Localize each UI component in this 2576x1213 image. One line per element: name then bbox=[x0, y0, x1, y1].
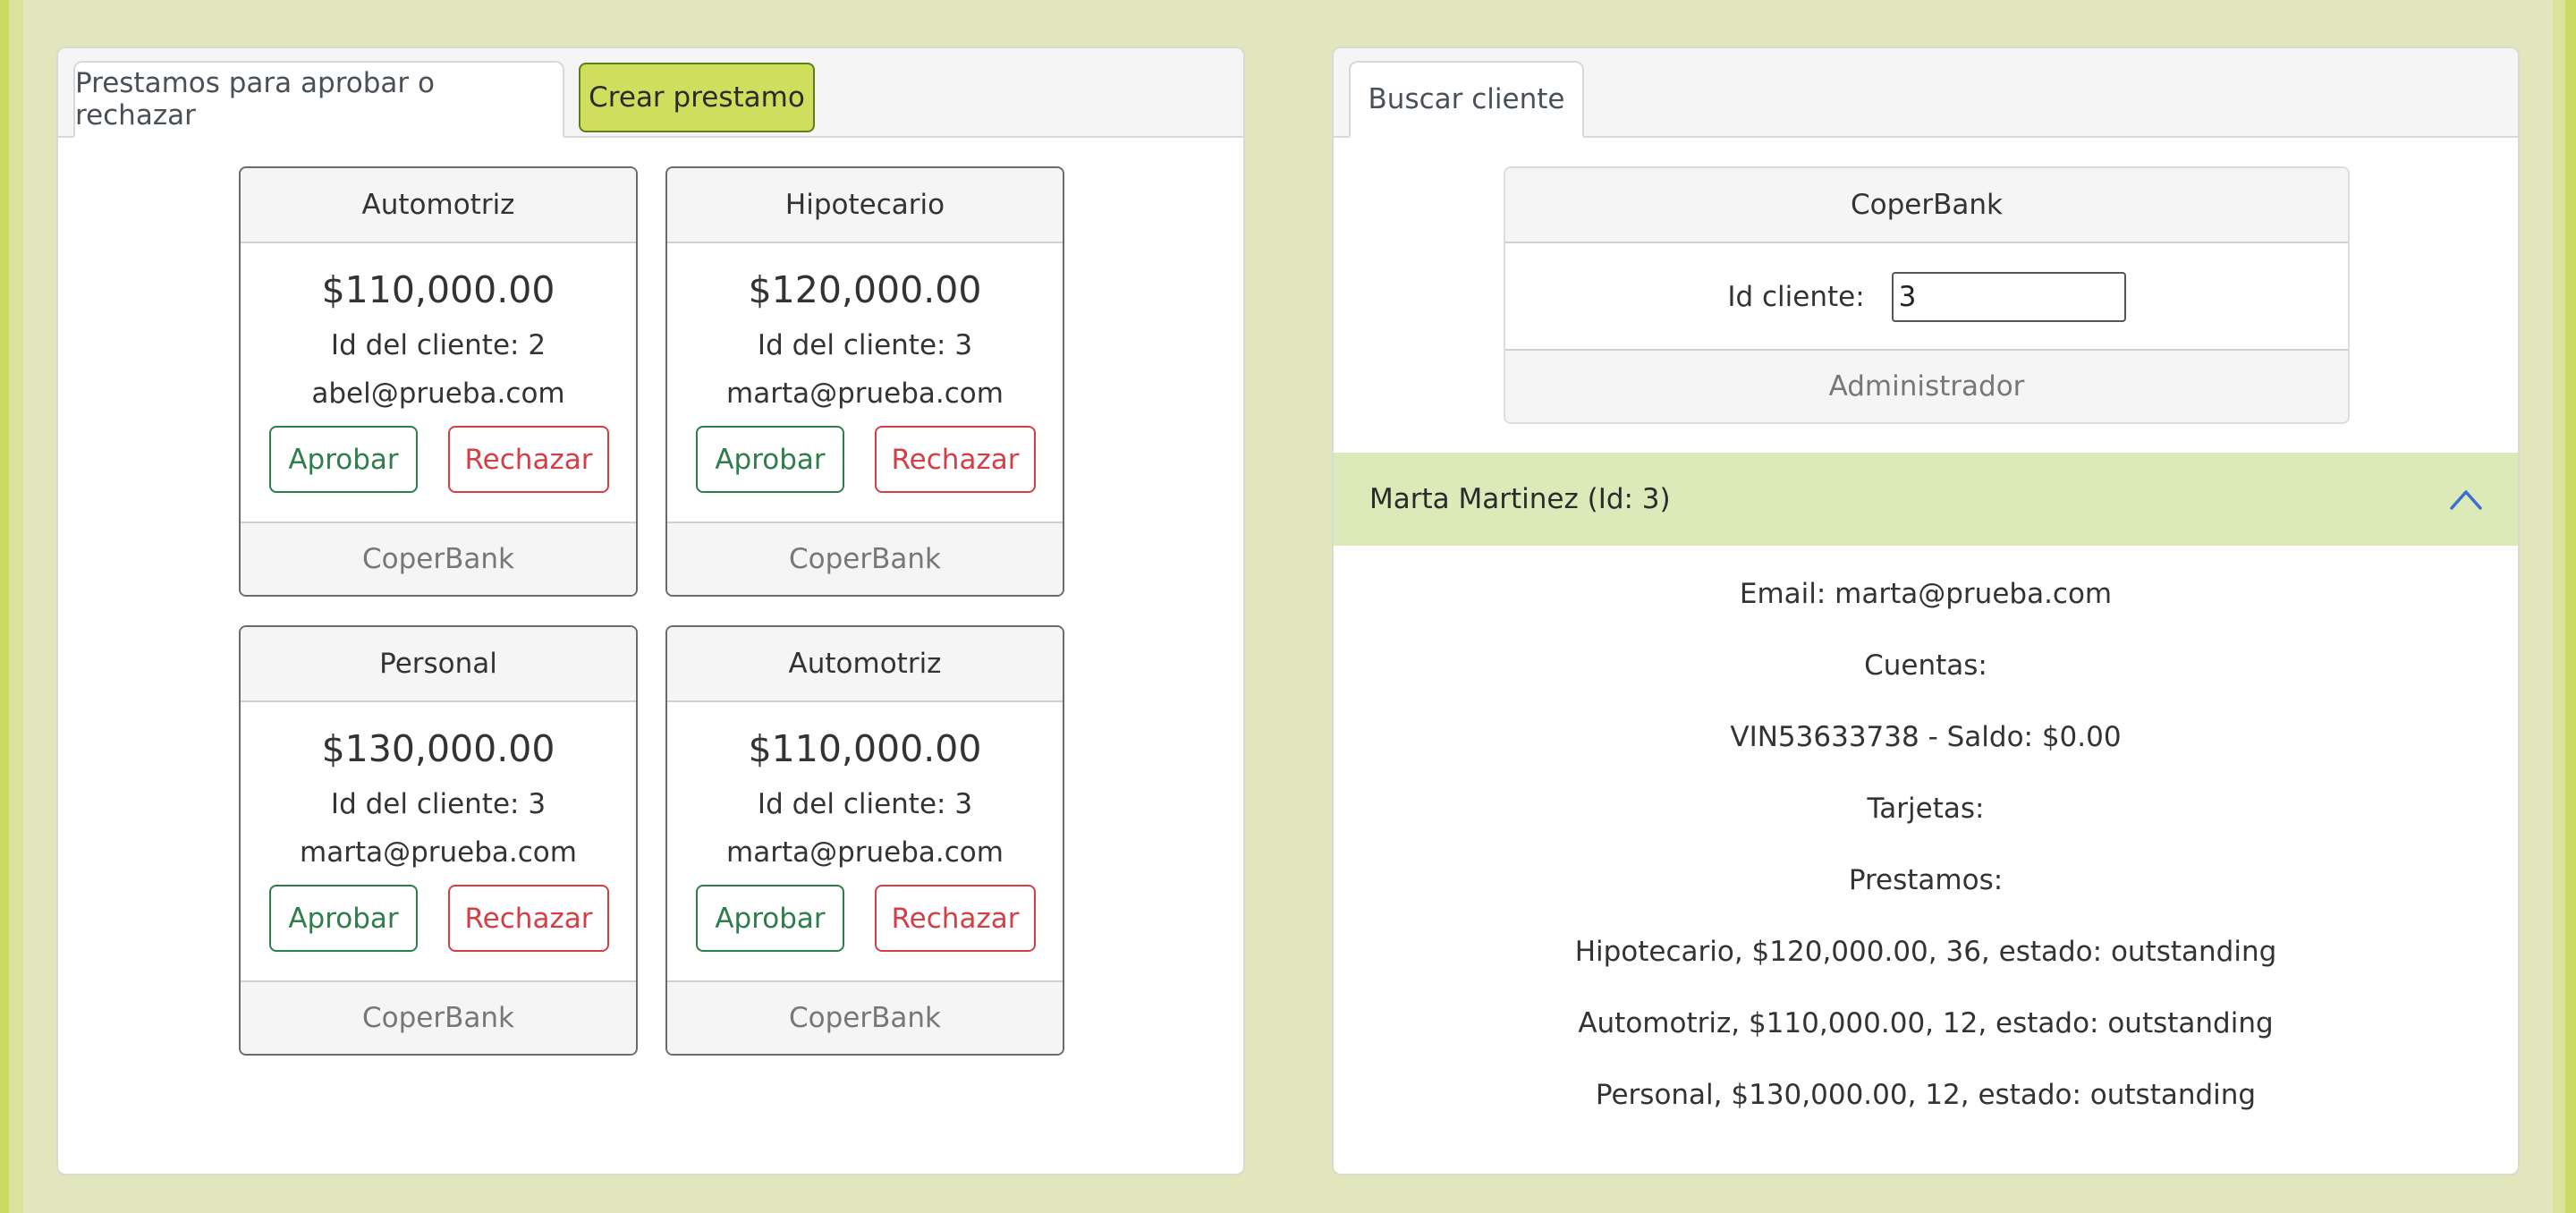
loan-amount: $130,000.00 bbox=[321, 727, 555, 770]
chevron-up-icon[interactable] bbox=[2448, 483, 2484, 515]
loan-card: Automotriz $110,000.00 Id del cliente: 3… bbox=[665, 625, 1064, 1056]
client-id-label: Id cliente: bbox=[1727, 281, 1865, 313]
loans-tabbar: Prestamos para aprobar o rechazar Crear … bbox=[58, 48, 1243, 138]
create-loan-button[interactable]: Crear prestamo bbox=[579, 63, 815, 132]
client-loan-item: Personal, $130,000.00, 12, estado: outst… bbox=[1595, 1079, 2257, 1111]
reject-button[interactable]: Rechazar bbox=[875, 885, 1036, 952]
search-card-footer: Administrador bbox=[1505, 349, 2348, 422]
client-email: Email: marta@prueba.com bbox=[1739, 578, 2113, 610]
client-loan-item: Automotriz, $110,000.00, 12, estado: out… bbox=[1578, 1007, 2274, 1039]
loan-card-footer: CoperBank bbox=[667, 980, 1063, 1054]
loan-card-footer: CoperBank bbox=[667, 522, 1063, 595]
loan-card-footer: CoperBank bbox=[241, 980, 636, 1054]
loan-client-id: Id del cliente: 3 bbox=[757, 788, 973, 820]
client-id-input[interactable] bbox=[1891, 272, 2126, 322]
client-tabbar: Buscar cliente bbox=[1334, 48, 2518, 138]
reject-button[interactable]: Rechazar bbox=[448, 885, 609, 952]
client-loan-item: Hipotecario, $120,000.00, 36, estado: ou… bbox=[1574, 936, 2277, 968]
loans-label: Prestamos: bbox=[1848, 864, 2004, 896]
approve-button[interactable]: Aprobar bbox=[269, 885, 418, 952]
loans-panel: Prestamos para aprobar o rechazar Crear … bbox=[56, 47, 1245, 1175]
loan-card: Automotriz $110,000.00 Id del cliente: 2… bbox=[239, 166, 638, 597]
reject-button[interactable]: Rechazar bbox=[875, 426, 1036, 493]
loan-client-email: marta@prueba.com bbox=[300, 836, 577, 869]
loan-client-id: Id del cliente: 3 bbox=[757, 329, 973, 361]
cards-label: Tarjetas: bbox=[1867, 793, 1985, 825]
tab-pending-loans[interactable]: Prestamos para aprobar o rechazar bbox=[73, 61, 564, 138]
loan-client-email: marta@prueba.com bbox=[726, 836, 1004, 869]
loan-card: Hipotecario $120,000.00 Id del cliente: … bbox=[665, 166, 1064, 597]
loan-type: Personal bbox=[241, 627, 636, 702]
loan-amount: $120,000.00 bbox=[748, 268, 982, 311]
loan-amount: $110,000.00 bbox=[321, 268, 555, 311]
loan-type: Automotriz bbox=[241, 168, 636, 243]
account-item: VIN53633738 - Saldo: $0.00 bbox=[1730, 721, 2122, 753]
loan-type: Hipotecario bbox=[667, 168, 1063, 243]
approve-button[interactable]: Aprobar bbox=[696, 426, 844, 493]
left-edge-bar bbox=[0, 0, 23, 1213]
tab-search-client[interactable]: Buscar cliente bbox=[1349, 61, 1584, 138]
loan-card: Personal $130,000.00 Id del cliente: 3 m… bbox=[239, 625, 638, 1056]
accounts-label: Cuentas: bbox=[1864, 649, 1987, 682]
search-card-header: CoperBank bbox=[1505, 168, 2348, 243]
loan-client-email: abel@prueba.com bbox=[311, 377, 565, 410]
client-accordion-header[interactable]: Marta Martinez (Id: 3) bbox=[1334, 453, 2518, 546]
loan-card-footer: CoperBank bbox=[241, 522, 636, 595]
loan-client-id: Id del cliente: 2 bbox=[330, 329, 547, 361]
loan-client-email: marta@prueba.com bbox=[726, 377, 1004, 410]
loan-client-id: Id del cliente: 3 bbox=[330, 788, 547, 820]
approve-button[interactable]: Aprobar bbox=[269, 426, 418, 493]
approve-button[interactable]: Aprobar bbox=[696, 885, 844, 952]
client-search-panel: Buscar cliente CoperBank Id cliente: Adm… bbox=[1332, 47, 2520, 1175]
client-id-row: Id cliente: bbox=[1505, 243, 2348, 351]
reject-button[interactable]: Rechazar bbox=[448, 426, 609, 493]
loan-amount: $110,000.00 bbox=[748, 727, 982, 770]
loan-type: Automotriz bbox=[667, 627, 1063, 702]
client-search-card: CoperBank Id cliente: Administrador bbox=[1504, 166, 2350, 424]
client-name: Marta Martinez (Id: 3) bbox=[1369, 483, 1671, 515]
right-edge-bar bbox=[2553, 0, 2576, 1213]
